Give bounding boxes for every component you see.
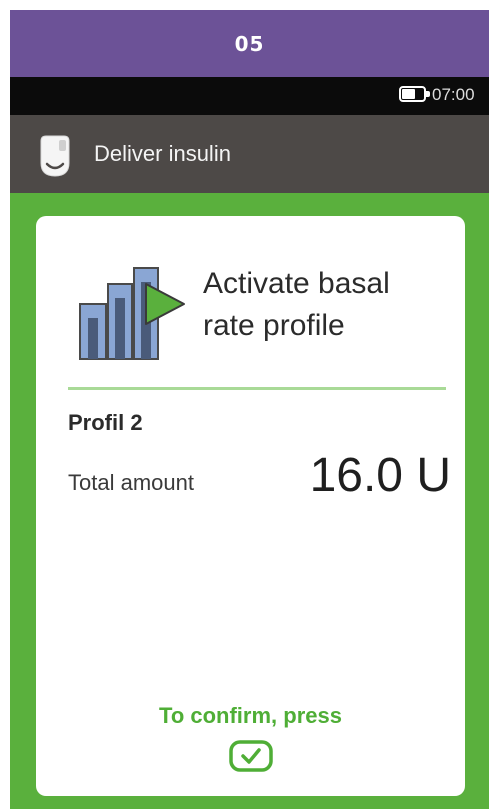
basal-rate-play-icon <box>79 267 185 360</box>
card-heading-line-1: Activate basal <box>203 267 390 300</box>
battery-icon <box>399 86 430 102</box>
confirm-instruction: To confirm, press <box>159 703 342 728</box>
insulin-pump-icon <box>40 135 70 177</box>
checkmark-button-icon[interactable] <box>229 740 273 772</box>
clock: 07:00 <box>432 85 475 104</box>
battery-level <box>402 89 415 99</box>
card-heading: Activate basal rate profile <box>203 263 453 347</box>
step-header: 05 <box>10 10 489 77</box>
screen-title: Deliver insulin <box>94 141 231 166</box>
title-bar: Deliver insulin <box>10 115 489 193</box>
battery-nub <box>426 91 430 97</box>
total-amount-label: Total amount <box>68 470 194 495</box>
card-heading-line-2: rate profile <box>203 309 345 342</box>
total-amount-value: 16.0 U <box>309 449 451 502</box>
profile-name: Profil 2 <box>68 410 143 435</box>
status-bar: 07:00 <box>10 77 489 115</box>
step-number: 05 <box>234 31 265 56</box>
content-background: Activate basal rate profile Profil 2 Tot… <box>10 193 489 809</box>
divider <box>68 387 446 390</box>
device-frame: 05 07:00 Deliver insulin Activate basal … <box>10 10 489 809</box>
content-card: Activate basal rate profile Profil 2 Tot… <box>36 216 465 796</box>
